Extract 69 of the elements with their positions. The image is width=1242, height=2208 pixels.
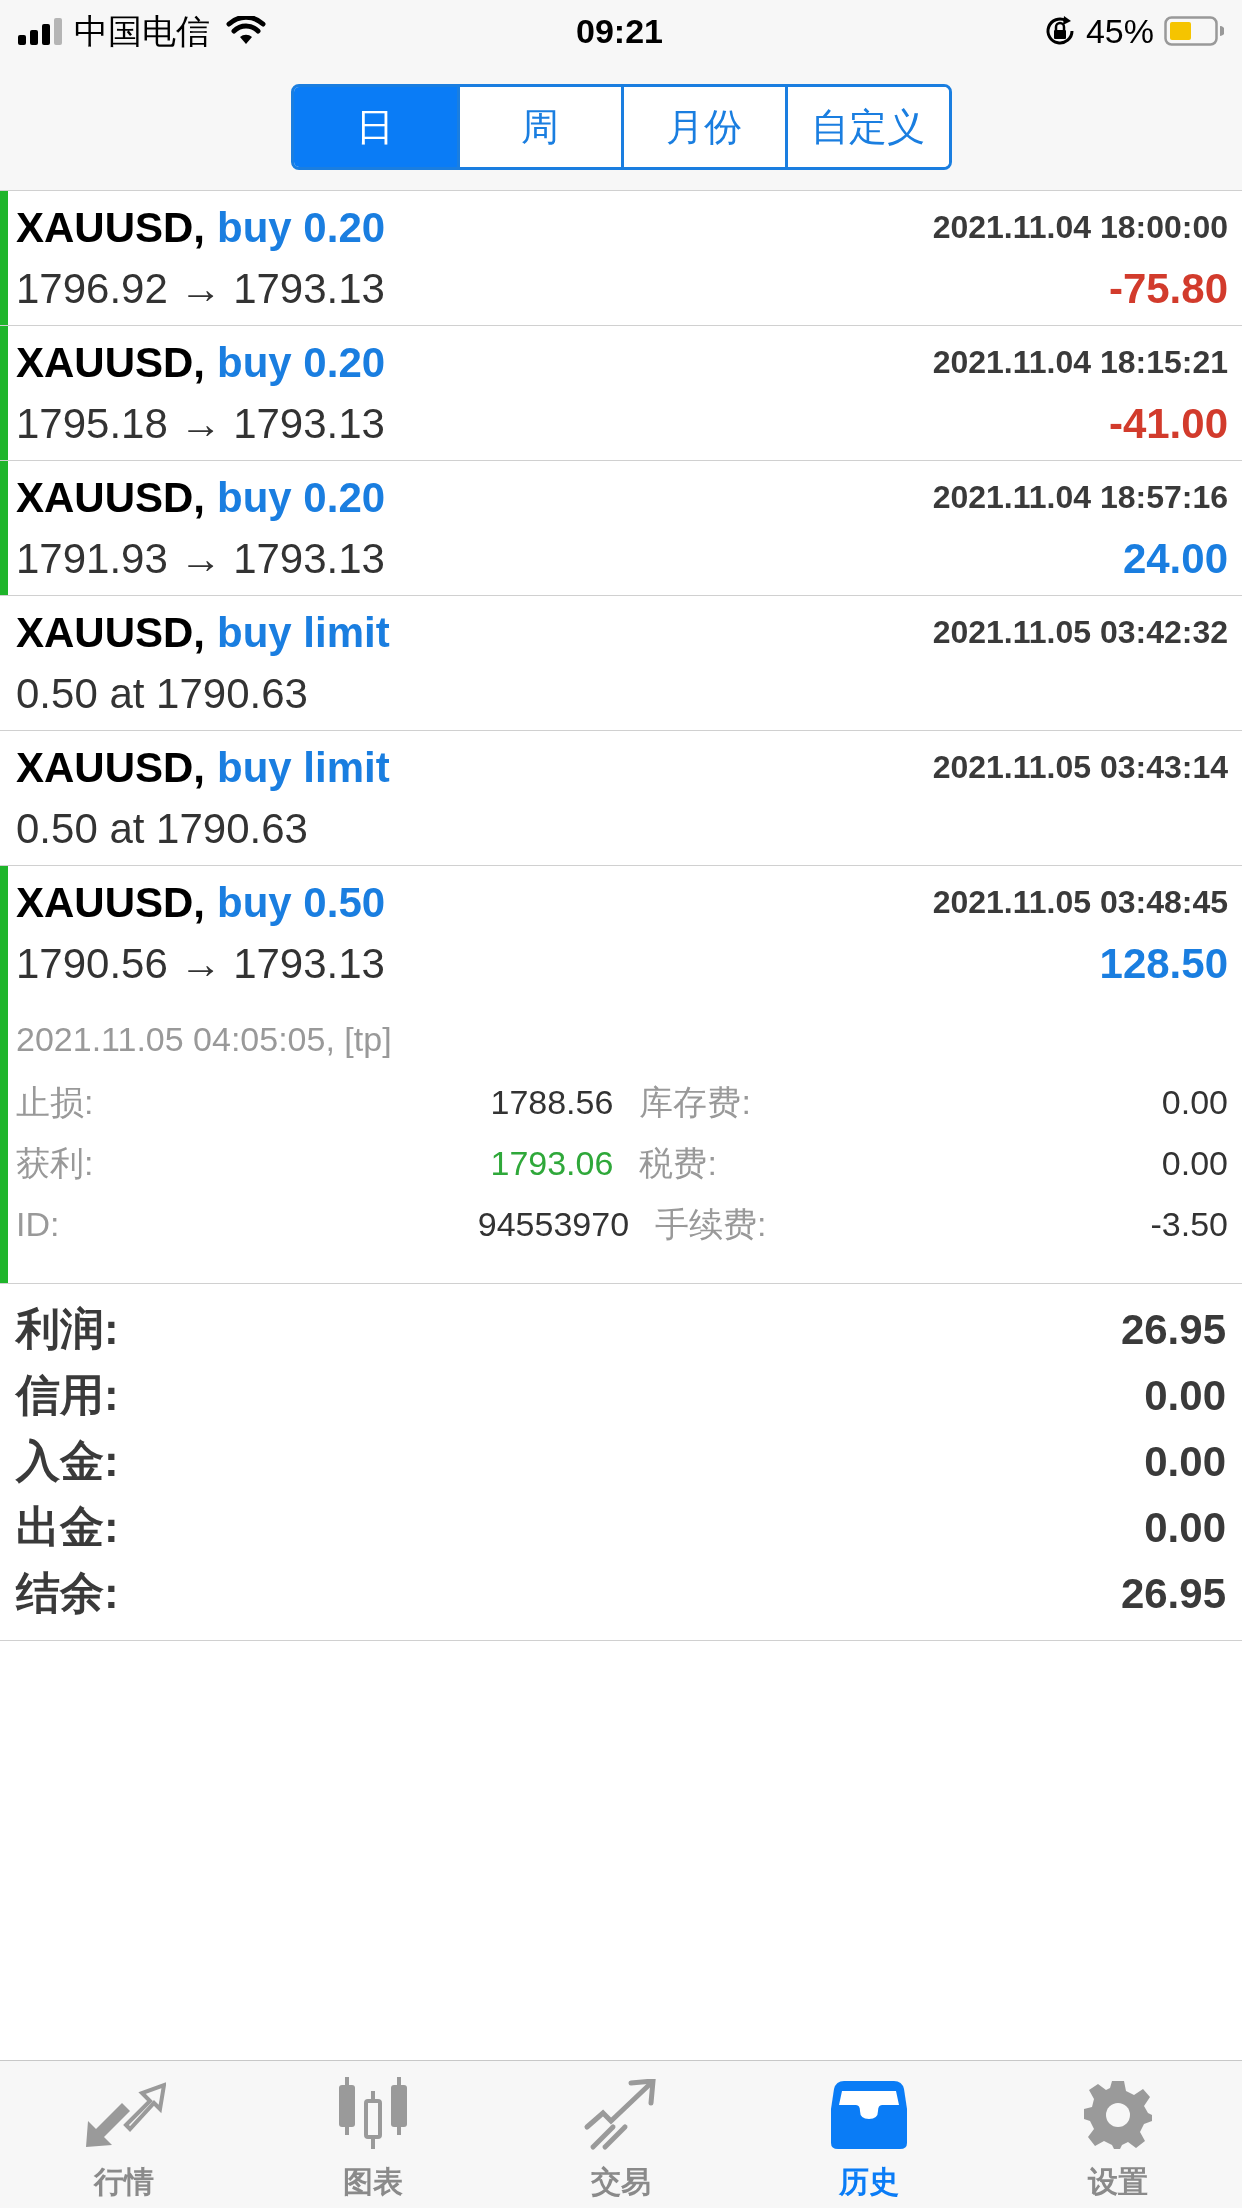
order-time: 2021.11.04 18:15:21	[932, 343, 1228, 382]
field-value: 94553970	[477, 1204, 630, 1245]
order-time: 2021.11.04 18:00:00	[932, 208, 1228, 247]
tab-bar-item[interactable]: 图表	[248, 2061, 497, 2208]
profit-value: -41.00	[1108, 398, 1228, 449]
field-value: 0.00	[1161, 1143, 1228, 1184]
summary-label: 信用:	[16, 1369, 119, 1421]
price-text: 1790.56 → 1793.13	[16, 938, 385, 989]
period-tab[interactable]: 周	[456, 87, 621, 167]
period-tab[interactable]: 日	[293, 87, 457, 167]
symbol-label: XAUUSD,	[16, 337, 206, 388]
field-value: 1793.06	[490, 1143, 614, 1184]
field-label: ID:	[16, 1204, 60, 1245]
inbox-icon	[830, 2079, 909, 2151]
symbol-label: XAUUSD,	[16, 877, 206, 928]
period-tab[interactable]: 月份	[620, 87, 785, 167]
summary-label: 出金:	[16, 1501, 119, 1553]
summary-label: 入金:	[16, 1435, 119, 1487]
field-label: 税费:	[639, 1143, 717, 1184]
field-label: 止损:	[16, 1082, 94, 1123]
battery-percent: 45%	[1085, 10, 1154, 52]
field-value: 0.00	[1161, 1082, 1228, 1123]
close-time: 2021.11.05 04:05:05, [tp]	[16, 1019, 393, 1060]
symbol-label: XAUUSD,	[16, 742, 206, 793]
order-type: buy 0.20	[217, 472, 386, 523]
symbol-label: XAUUSD,	[16, 202, 206, 253]
symbol-label: XAUUSD,	[16, 472, 206, 523]
profit-value: 24.00	[1122, 533, 1228, 584]
symbol-label: XAUUSD,	[16, 607, 206, 658]
order-time: 2021.11.05 03:43:14	[932, 748, 1228, 787]
order-type: buy 0.50	[217, 877, 386, 928]
summary-label: 结余:	[16, 1567, 119, 1619]
price-text: 0.50 at 1790.63	[16, 803, 308, 854]
trend-arrow-icon	[583, 2079, 659, 2151]
tab-bar-item[interactable]: 历史	[745, 2061, 994, 2208]
order-time: 2021.11.05 03:48:45	[932, 883, 1228, 922]
field-value: -3.50	[1150, 1204, 1228, 1245]
period-tab[interactable]: 自定义	[784, 87, 949, 167]
clock: 09:21	[576, 10, 663, 52]
summary-value: 0.00	[1144, 1436, 1226, 1487]
price-text: 0.50 at 1790.63	[16, 668, 308, 719]
summary-value: 0.00	[1144, 1370, 1226, 1421]
field-label: 库存费:	[639, 1082, 751, 1123]
gear-icon	[1081, 2079, 1154, 2151]
tab-bar-item[interactable]: 设置	[993, 2061, 1242, 2208]
order-time: 2021.11.05 03:42:32	[932, 613, 1228, 652]
order-type: buy limit	[217, 607, 390, 658]
field-label: 手续费:	[655, 1204, 767, 1245]
field-label: 获利:	[16, 1143, 94, 1184]
profit-value: -75.80	[1108, 263, 1228, 314]
summary-value: 0.00	[1144, 1502, 1226, 1553]
order-type: buy 0.20	[217, 202, 386, 253]
tab-bar-item[interactable]: 交易	[496, 2061, 746, 2208]
wifi-icon	[226, 16, 266, 46]
order-type: buy limit	[217, 742, 390, 793]
order-time: 2021.11.04 18:57:16	[932, 478, 1228, 517]
summary-value: 26.95	[1120, 1568, 1226, 1619]
price-text: 1796.92 → 1793.13	[16, 263, 385, 314]
profit-value: 128.50	[1099, 938, 1228, 989]
summary-value: 26.95	[1120, 1304, 1226, 1355]
battery-icon	[1164, 16, 1224, 46]
price-text: 1795.18 → 1793.13	[16, 398, 385, 449]
carrier-name: 中国电信	[74, 10, 210, 52]
summary-label: 利润:	[16, 1303, 119, 1355]
field-value: 1788.56	[490, 1082, 614, 1123]
tab-bar-item[interactable]: 行情	[0, 2061, 249, 2208]
rotation-lock-icon	[1043, 15, 1076, 47]
price-text: 1791.93 → 1793.13	[16, 533, 385, 584]
order-type: buy 0.20	[217, 337, 386, 388]
